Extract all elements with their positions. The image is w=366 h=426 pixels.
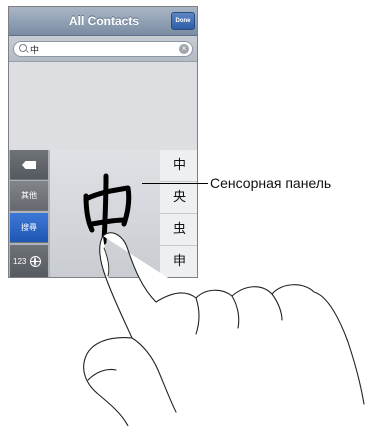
handwritten-stroke <box>83 173 132 245</box>
callout-label: Сенсорная панель <box>210 175 332 191</box>
finger-icon <box>83 232 365 426</box>
hand-illustration <box>83 173 365 426</box>
callout-line <box>142 183 208 184</box>
